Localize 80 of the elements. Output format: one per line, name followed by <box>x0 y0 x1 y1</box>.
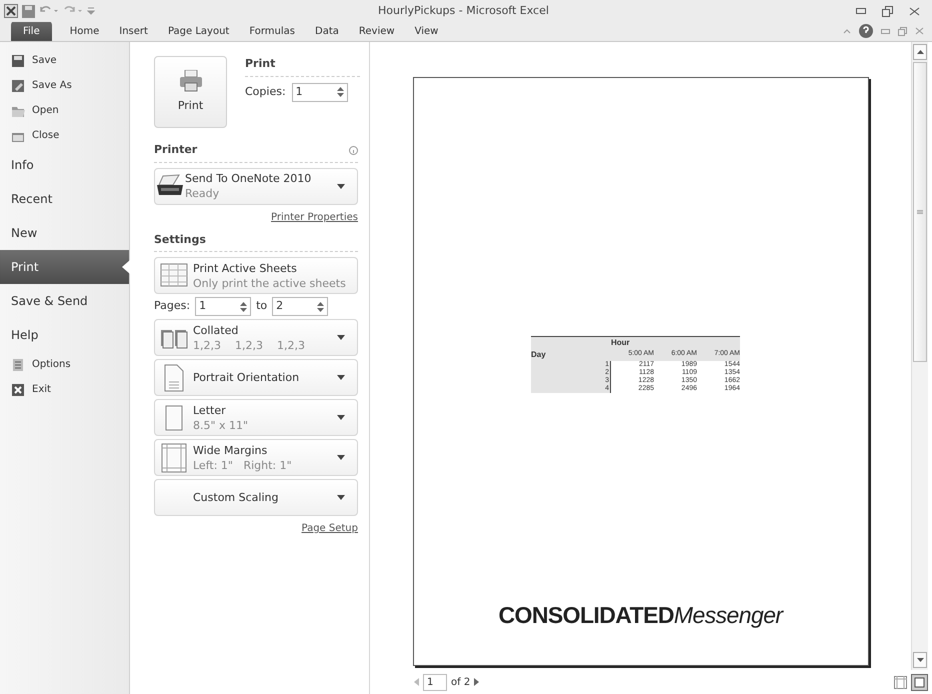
copies-spinner[interactable]: 1 <box>292 82 348 102</box>
window-title: HourlyPickups - Microsoft Excel <box>378 2 549 19</box>
printer-icon <box>178 70 202 92</box>
previous-page-icon[interactable] <box>414 678 419 686</box>
show-margins-icon[interactable] <box>894 676 907 688</box>
spinner-arrows-icon[interactable] <box>336 86 344 98</box>
minimize-icon[interactable] <box>856 8 866 14</box>
settings-dropdown[interactable]: Wide Margins Left: 1" Right: 1" <box>154 439 358 476</box>
floppy-pencil-icon <box>11 78 25 92</box>
settings-dropdown[interactable]: Collated 1,2,3 1,2,3 1,2,3 <box>154 319 358 356</box>
page-number-field[interactable]: 1 <box>423 674 447 690</box>
ribbon-tab[interactable]: Formulas <box>239 21 305 41</box>
grid-sheet-icon <box>160 262 188 288</box>
pages-from-spinner[interactable]: 1 <box>195 297 252 316</box>
dropdown-arrow-icon <box>337 375 345 380</box>
section-heading: Print <box>245 56 276 72</box>
app-logo-icon[interactable] <box>4 4 18 18</box>
backstage-tab[interactable]: New <box>0 216 129 250</box>
collapse-ribbon-icon[interactable] <box>843 28 851 34</box>
ribbon-tab[interactable]: Insert <box>109 21 158 41</box>
page-setup-link[interactable]: Page Setup <box>302 521 358 536</box>
scroll-thumb[interactable] <box>913 62 927 362</box>
backstage-tab[interactable]: Print <box>0 250 129 284</box>
page-total: of 2 <box>451 676 470 690</box>
zoom-to-page-icon[interactable] <box>911 674 928 690</box>
backstage-tab[interactable]: Save & Send <box>0 284 129 318</box>
dropdown-arrow-icon <box>337 184 345 188</box>
scroll-down-icon[interactable] <box>916 658 924 662</box>
document-icon <box>11 358 25 372</box>
close-icon[interactable] <box>909 6 920 16</box>
restore-icon[interactable] <box>882 6 893 16</box>
copies-label: Copies: <box>245 84 286 100</box>
backstage-command[interactable]: Open <box>0 98 129 123</box>
dropdown-arrow-icon <box>337 335 345 340</box>
backstage-tab[interactable]: Help <box>0 318 129 352</box>
blank-page-icon <box>165 404 183 430</box>
ribbon-tab[interactable]: Home <box>60 21 110 41</box>
ribbon-tab[interactable]: File <box>11 21 52 41</box>
section-heading: Printer <box>154 142 198 158</box>
settings-dropdown[interactable]: Custom Scaling <box>154 479 358 516</box>
help-icon[interactable] <box>859 24 873 38</box>
spinner-arrows-icon[interactable] <box>240 300 248 312</box>
printer-properties-link[interactable]: Printer Properties <box>271 210 358 224</box>
pages-to-label: to <box>256 298 268 314</box>
save-icon[interactable] <box>22 4 35 18</box>
info-icon[interactable] <box>349 146 358 155</box>
settings-dropdown[interactable]: Portrait Orientation <box>154 359 358 396</box>
backstage-command[interactable]: Close <box>0 123 129 148</box>
ribbon-tab[interactable]: View <box>404 21 448 41</box>
ribbon-tab[interactable]: Data <box>305 21 349 41</box>
backstage-command[interactable]: Options <box>0 352 129 377</box>
printer-dropdown[interactable]: Send To OneNote 2010 Ready <box>154 168 358 204</box>
dropdown-arrow-icon <box>337 415 345 420</box>
printer-icon <box>155 174 185 198</box>
settings-dropdown[interactable]: Print Active Sheets Only print the active sheets <box>154 257 358 294</box>
ribbon-tab[interactable]: Page Layout <box>158 21 240 41</box>
close-icon <box>11 382 25 396</box>
spinner-arrows-icon[interactable] <box>317 300 324 312</box>
table-header: Hour <box>611 337 630 349</box>
backstage-command[interactable]: Save As <box>0 73 129 98</box>
margins-page-icon <box>161 442 187 472</box>
vertical-scrollbar[interactable] <box>911 42 928 670</box>
company-logo: CONSOLIDATEDMessenger <box>498 600 782 630</box>
backstage-tab[interactable]: Info <box>0 148 129 182</box>
section-heading: Settings <box>154 232 207 248</box>
next-page-icon[interactable] <box>474 678 480 686</box>
scroll-up-icon[interactable] <box>916 50 924 54</box>
portrait-page-icon <box>164 364 184 392</box>
settings-dropdown[interactable]: Letter 8.5" x 11" <box>154 399 358 436</box>
ribbon-tab[interactable]: Review <box>348 21 405 41</box>
backstage-command[interactable]: Exit <box>0 377 129 402</box>
backstage-command[interactable]: Save <box>0 48 129 73</box>
pages-label: Pages: <box>154 298 190 314</box>
pages-to-spinner[interactable]: 2 <box>272 297 328 316</box>
print-button[interactable]: Print <box>154 56 227 128</box>
table-header: Day <box>531 349 547 361</box>
dropdown-arrow-icon <box>337 495 345 500</box>
customize-toolbar-icon[interactable] <box>87 6 95 16</box>
dropdown-arrow-icon <box>337 455 345 460</box>
backstage-tab[interactable]: Recent <box>0 182 129 216</box>
